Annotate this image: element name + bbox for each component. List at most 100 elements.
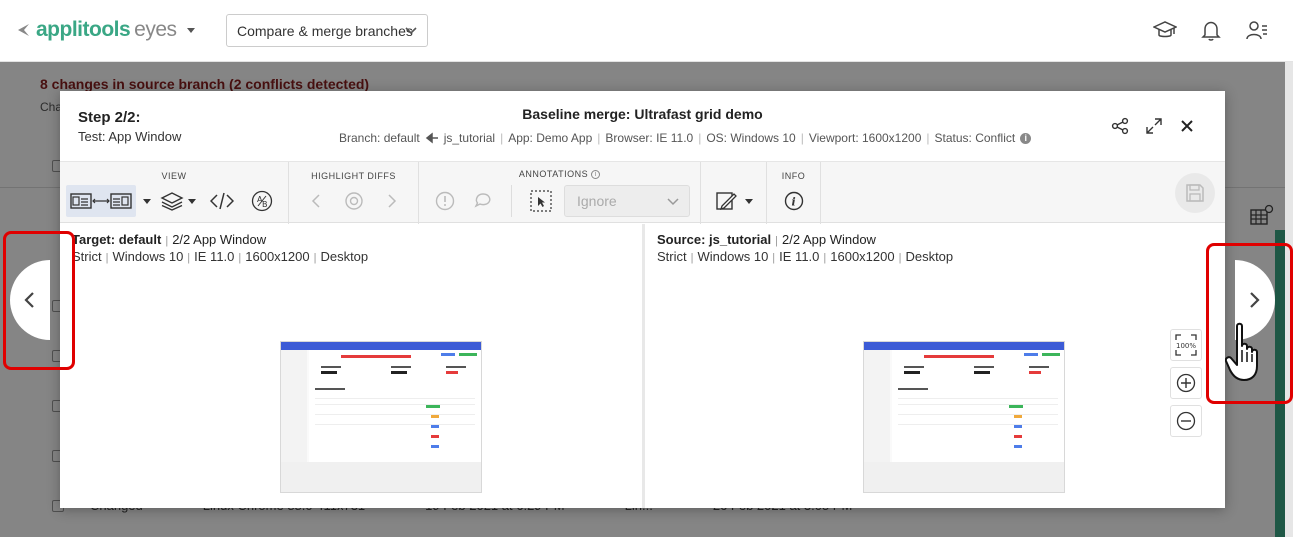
caret-down-icon[interactable]: [745, 198, 753, 204]
region-select-icon[interactable]: [530, 190, 552, 212]
chevron-left-icon[interactable]: [311, 193, 321, 209]
zoom-in-button[interactable]: [1170, 367, 1202, 399]
test-name: Test: App Window: [78, 129, 182, 144]
info-group: INFO i: [767, 162, 821, 224]
graduation-cap-icon[interactable]: [1153, 18, 1177, 42]
meta-app: App: Demo App: [508, 131, 593, 145]
info-circle-icon[interactable]: i: [784, 191, 804, 211]
text-compare-button[interactable]: AB: [246, 190, 278, 212]
target-pane-title: Target: default | 2/2 App Window: [72, 232, 267, 247]
baseline-merge-modal: Step 2/2: Test: App Window Baseline merg…: [60, 91, 1225, 508]
info-icon[interactable]: i: [591, 170, 601, 180]
compare-merge-label: Compare & merge branches: [237, 22, 413, 39]
user-settings-icon[interactable]: [1245, 18, 1269, 42]
info-icon[interactable]: i: [1020, 132, 1032, 144]
caret-down-icon: [143, 198, 151, 204]
close-icon[interactable]: [1179, 118, 1195, 134]
target-diff-icon[interactable]: [344, 191, 364, 211]
source-env-info: Strict | Windows 10 | IE 11.0 | 1600x1200 | Desk…: [657, 249, 954, 264]
os-label: Windows 10: [112, 249, 184, 264]
info-label: INFO: [781, 171, 806, 181]
diff-toolbar: VIEW AB HIGHLIGHT DIFFS ANNOTATIONS i Ig…: [60, 161, 1225, 224]
title-name: Ultrafast grid demo: [634, 106, 763, 122]
merge-arrow-icon: [425, 132, 438, 144]
logo-secondary-text: eyes: [134, 18, 177, 41]
side-by-side-icon: [70, 193, 132, 209]
chevron-right-icon[interactable]: [387, 193, 397, 209]
layers-icon: [160, 192, 184, 211]
applitools-logo[interactable]: applitools eyes: [16, 18, 195, 42]
annotation-type-select[interactable]: Ignore: [564, 185, 690, 217]
meta-os: OS: Windows 10: [706, 131, 796, 145]
annotations-label: ANNOTATIONS i: [419, 169, 700, 180]
caret-down-icon[interactable]: [186, 27, 195, 33]
zoom-out-icon: [1176, 411, 1196, 431]
highlight-diffs-group: HIGHLIGHT DIFFS: [289, 162, 419, 224]
device-label: Desktop: [905, 249, 954, 264]
viewport-label: 1600x1200: [245, 249, 310, 264]
annotations-label-text: ANNOTATIONS: [518, 169, 589, 179]
hand-pointer-icon: [1225, 322, 1258, 381]
meta-browser: Browser: IE 11.0: [605, 131, 694, 145]
source-pane: Source: js_tutorial | 2/2 App Window Stric…: [645, 224, 1225, 508]
meta-status: Status: Conflict: [934, 131, 1016, 145]
fit-100-button[interactable]: 100%: [1170, 329, 1202, 361]
view-label: VIEW: [161, 171, 187, 181]
batch-metadata: Branch: default js_tutorial | App: Demo …: [339, 131, 1032, 145]
viewport-label: 1600x1200: [830, 249, 895, 264]
chevron-down-icon: [667, 198, 679, 206]
source-step-label: 2/2 App Window: [782, 232, 876, 247]
browser-label: IE 11.0: [194, 249, 235, 264]
meta-source-branch: js_tutorial: [443, 131, 496, 145]
os-label: Windows 10: [697, 249, 769, 264]
compare-merge-dropdown[interactable]: Compare & merge branches: [226, 14, 428, 47]
zoom-fit-label: 100%: [1176, 342, 1196, 350]
chevron-down-icon: [405, 27, 417, 35]
annotation-tools-group: [701, 162, 767, 224]
view-group: VIEW AB: [60, 162, 289, 224]
save-icon: [1186, 184, 1204, 202]
view-mode-caret-button[interactable]: [142, 198, 152, 204]
source-pane-title: Source: js_tutorial | 2/2 App Window: [657, 232, 876, 247]
code-icon: [210, 192, 234, 210]
device-label: Desktop: [320, 249, 369, 264]
save-button[interactable]: [1175, 173, 1215, 213]
share-icon[interactable]: [1111, 117, 1129, 135]
bell-icon[interactable]: [1199, 18, 1223, 42]
target-screenshot[interactable]: [280, 341, 482, 493]
match-level: Strict: [72, 249, 102, 264]
match-level: Strict: [657, 249, 687, 264]
title-prefix: Baseline merge:: [522, 106, 631, 122]
source-branch-label: Source: js_tutorial: [657, 232, 772, 247]
ab-compare-icon: AB: [251, 190, 273, 212]
expand-icon[interactable]: [1145, 117, 1163, 135]
issue-icon[interactable]: [435, 191, 455, 211]
layers-button[interactable]: [158, 191, 198, 211]
highlight-annotation: [3, 231, 75, 370]
caret-down-icon: [188, 198, 196, 204]
zoom-controls: 100%: [1170, 329, 1202, 437]
svg-text:B: B: [262, 200, 268, 209]
annotation-type-value: Ignore: [577, 193, 617, 209]
edit-regions-icon[interactable]: [715, 190, 737, 212]
app-screenshot-thumbnail: [281, 342, 481, 492]
dom-code-button[interactable]: [204, 192, 240, 210]
meta-branch: Branch: default: [339, 131, 420, 145]
app-screenshot-thumbnail: [864, 342, 1064, 492]
annotations-group: ANNOTATIONS i Ignore: [419, 162, 701, 224]
meta-viewport: Viewport: 1600x1200: [808, 131, 922, 145]
modal-title: Baseline merge: Ultrafast grid demo: [60, 106, 1225, 122]
comment-icon[interactable]: [473, 191, 493, 211]
applitools-mark-icon: [18, 24, 29, 36]
source-screenshot[interactable]: [863, 341, 1065, 493]
top-navbar: applitools eyes Compare & merge branches: [0, 0, 1293, 62]
fit-screen-icon: 100%: [1175, 334, 1197, 356]
target-branch-label: Target: default: [72, 232, 162, 247]
target-pane: Target: default | 2/2 App Window Strict | Wi…: [60, 224, 642, 508]
zoom-out-button[interactable]: [1170, 405, 1202, 437]
svg-text:i: i: [791, 196, 795, 209]
highlight-diffs-label: HIGHLIGHT DIFFS: [311, 171, 396, 181]
side-by-side-view-button[interactable]: [66, 185, 136, 217]
target-step-label: 2/2 App Window: [172, 232, 267, 247]
target-env-info: Strict | Windows 10 | IE 11.0 | 1600x1200 | Desk…: [72, 249, 369, 264]
